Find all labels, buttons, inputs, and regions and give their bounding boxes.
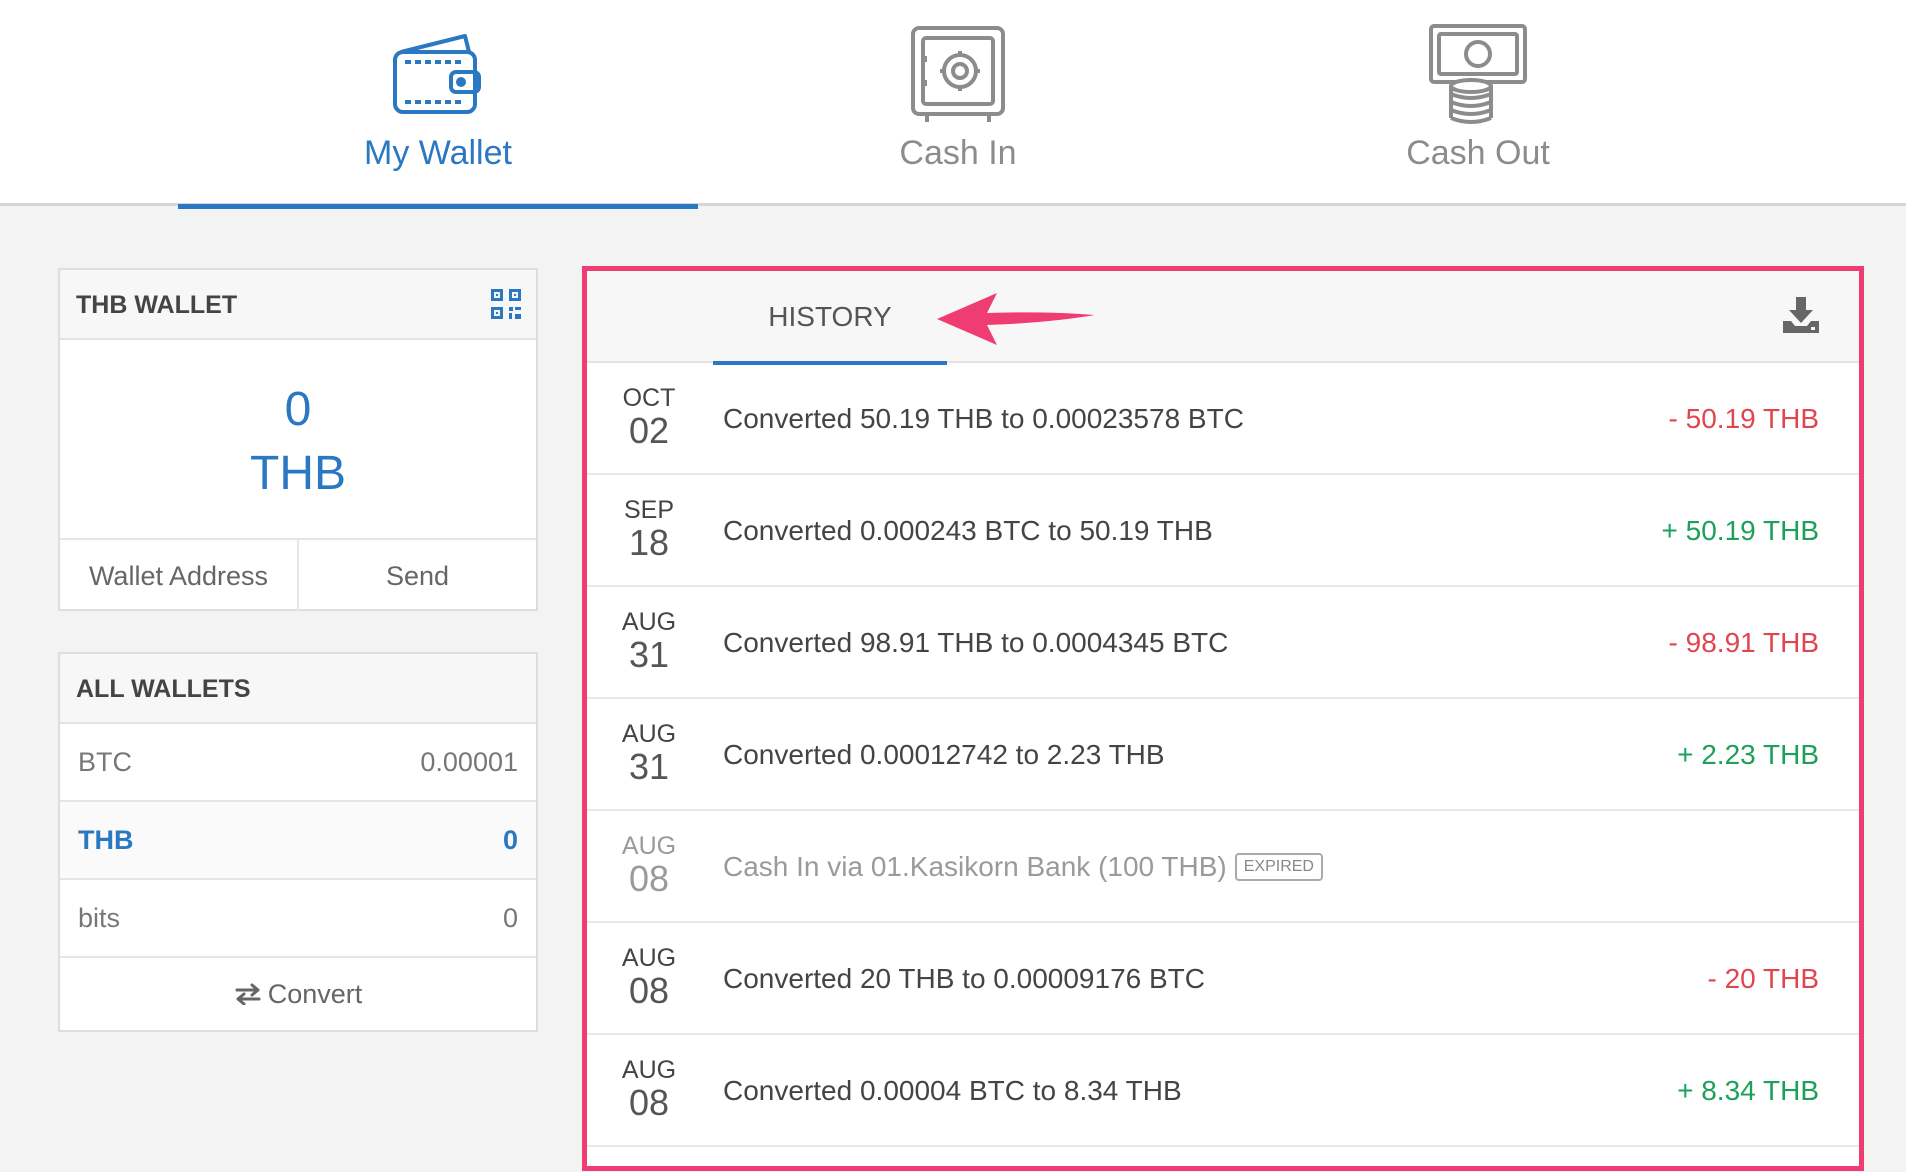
history-day: 31 (628, 634, 670, 675)
history-month: AUG (621, 720, 677, 748)
history-amount: + 50.19 THB (1661, 515, 1819, 546)
history-date: AUG 08 (609, 833, 689, 899)
history-description: Converted 98.91 THB to 0.0004345 BTC (723, 627, 1229, 658)
thb-wallet-panel: THB WALLET 0 THB Wallet Address Send (58, 268, 538, 611)
history-month: AUG (621, 944, 677, 972)
wallet-icon (393, 34, 481, 114)
history-list: OCT 02 Converted 50.19 THB to 0.00023578… (587, 363, 1859, 1147)
history-day: 08 (628, 970, 670, 1011)
tab-cash-in[interactable]: Cash In (698, 0, 1218, 206)
history-row[interactable]: AUG 08 Converted 20 THB to 0.00009176 BT… (587, 923, 1859, 1035)
wallet-amount: 0 (502, 902, 518, 933)
history-date: AUG 31 (609, 609, 689, 675)
history-day: 31 (628, 746, 670, 787)
history-panel: HISTORY OCT 02 Converted 50.19 THB to 0.… (582, 266, 1864, 1171)
history-row[interactable]: SEP 18 Converted 0.000243 BTC to 50.19 T… (587, 475, 1859, 587)
thb-wallet-title: THB WALLET (76, 291, 238, 319)
all-wallets-title: ALL WALLETS (60, 654, 536, 724)
expired-badge: EXPIRED (1234, 852, 1323, 881)
wallet-actions: Wallet Address Send (60, 538, 536, 611)
convert-button[interactable]: Convert (60, 958, 536, 1030)
tab-label: Cash In (899, 134, 1017, 172)
history-row[interactable]: OCT 02 Converted 50.19 THB to 0.00023578… (587, 363, 1859, 475)
history-row[interactable]: AUG 08 Converted 0.00004 BTC to 8.34 THB… (587, 1035, 1859, 1147)
history-month: AUG (621, 1056, 677, 1084)
tab-my-wallet[interactable]: My Wallet (178, 0, 698, 209)
wallet-address-button[interactable]: Wallet Address (60, 540, 297, 611)
history-day: 08 (628, 858, 670, 899)
history-row[interactable]: AUG 08 Cash In via 01.Kasikorn Bank (100… (587, 811, 1859, 923)
history-date: AUG 08 (609, 1057, 689, 1123)
history-date: AUG 31 (609, 721, 689, 787)
history-description: Converted 0.000243 BTC to 50.19 THB (723, 515, 1213, 546)
qr-code-icon[interactable] (490, 288, 522, 320)
arrow-annotation-icon (937, 293, 1095, 345)
wallet-amount: 0 (502, 824, 518, 855)
history-day: 02 (628, 410, 670, 451)
tab-label: My Wallet (364, 134, 512, 172)
history-description: Converted 50.19 THB to 0.00023578 BTC (723, 403, 1244, 434)
history-date: SEP 18 (609, 497, 689, 563)
history-description-wrap: Cash In via 01.Kasikorn Bank (100 THB) EX… (723, 811, 1323, 923)
history-day: 08 (628, 1082, 670, 1123)
wallet-row-bits[interactable]: bits 0 (60, 880, 536, 958)
panel-title: THB WALLET (60, 270, 536, 340)
history-month: AUG (621, 832, 677, 860)
wallet-currency: THB (78, 824, 134, 855)
history-amount: + 8.34 THB (1677, 1075, 1819, 1106)
history-row[interactable]: AUG 31 Converted 98.91 THB to 0.0004345 … (587, 587, 1859, 699)
download-icon[interactable] (1781, 295, 1821, 335)
history-row[interactable]: AUG 31 Converted 0.00012742 to 2.23 THB … (587, 699, 1859, 811)
wallet-amount: 0.00001 (420, 746, 518, 777)
tab-cash-out[interactable]: Cash Out (1218, 0, 1738, 206)
history-date: AUG 08 (609, 945, 689, 1011)
wallet-balance: 0 THB (60, 378, 536, 506)
history-header: HISTORY (587, 271, 1859, 365)
convert-label: Convert (267, 978, 363, 1009)
history-description: Cash In via 01.Kasikorn Bank (100 THB) (723, 851, 1227, 882)
history-description: Converted 0.00012742 to 2.23 THB (723, 739, 1165, 770)
tab-label: Cash Out (1406, 134, 1550, 172)
history-description: Converted 0.00004 BTC to 8.34 THB (723, 1075, 1182, 1106)
cash-coins-icon (1429, 24, 1527, 124)
history-month: AUG (621, 608, 677, 636)
send-button[interactable]: Send (297, 540, 536, 611)
balance-currency: THB (250, 447, 346, 500)
history-description: Converted 20 THB to 0.00009176 BTC (723, 963, 1206, 994)
wallet-row-thb[interactable]: THB 0 (60, 802, 536, 880)
history-amount: - 20 THB (1707, 963, 1819, 994)
history-month: SEP (623, 496, 675, 524)
history-date: OCT 02 (609, 385, 689, 451)
history-day: 18 (628, 522, 670, 563)
history-amount: - 98.91 THB (1668, 627, 1819, 658)
wallet-currency: bits (78, 902, 121, 933)
history-amount: + 2.23 THB (1677, 739, 1819, 770)
all-wallets-panel: ALL WALLETS BTC 0.00001 THB 0 bits 0 Con… (58, 652, 538, 1032)
wallet-currency: BTC (78, 746, 132, 777)
safe-icon (911, 26, 1005, 122)
history-amount: - 50.19 THB (1668, 403, 1819, 434)
history-month: OCT (622, 384, 676, 412)
wallet-row-btc[interactable]: BTC 0.00001 (60, 724, 536, 802)
exchange-arrows-icon (235, 983, 261, 1005)
balance-amount: 0 (284, 383, 312, 436)
top-navigation: My Wallet Cash In Cash Out (0, 0, 1906, 209)
tab-history[interactable]: HISTORY (713, 271, 947, 365)
